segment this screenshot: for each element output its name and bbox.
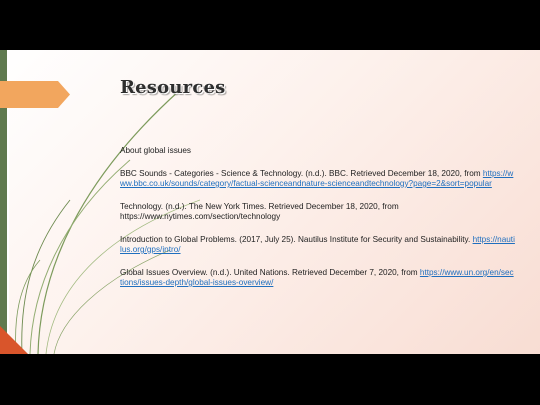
arrow-tab-decoration: [0, 81, 70, 108]
slide: Resources About global issues BBC Sounds…: [0, 50, 540, 354]
reference-item: Global Issues Overview. (n.d.). United N…: [120, 268, 515, 288]
reference-item: BBC Sounds - Categories - Science & Tech…: [120, 169, 515, 189]
reference-item: Technology. (n.d.). The New York Times. …: [120, 202, 515, 222]
corner-triangle-decoration: [0, 326, 28, 354]
reference-list: About global issues BBC Sounds - Categor…: [120, 146, 515, 301]
reference-text: Global Issues Overview. (n.d.). United N…: [120, 268, 418, 277]
reference-text: Introduction to Global Problems. (2017, …: [120, 235, 471, 244]
slide-title: Resources: [120, 77, 226, 98]
reference-text: BBC Sounds - Categories - Science & Tech…: [120, 169, 481, 178]
reference-item: Introduction to Global Problems. (2017, …: [120, 235, 515, 255]
section-heading: About global issues: [120, 146, 192, 155]
reference-text: Technology. (n.d.). The New York Times. …: [120, 202, 399, 221]
